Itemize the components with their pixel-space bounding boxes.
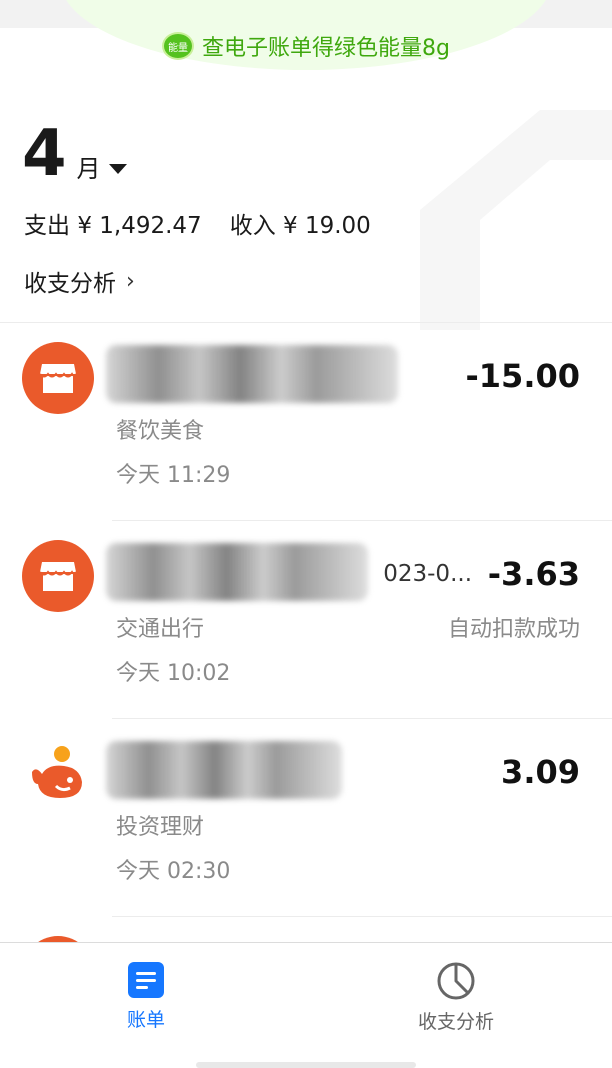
transaction-amount: 3.09 — [501, 753, 580, 791]
transaction-category: 交通出行 — [116, 617, 205, 642]
transaction-list: -15.00 餐饮美食 今天 11:29 023-0... -3.63 交通出行… — [0, 323, 612, 917]
merchant-name-redacted — [106, 543, 368, 601]
merchant-name-redacted — [106, 345, 398, 403]
energy-banner-text: 查电子账单得绿色能量8g — [202, 36, 450, 61]
energy-banner[interactable]: 能量 查电子账单得绿色能量8g — [0, 30, 612, 62]
transaction-item[interactable]: 3.09 投资理财 今天 02:30 — [0, 719, 612, 917]
merchant-name-redacted — [106, 741, 342, 799]
transaction-item[interactable]: 023-0... -3.63 交通出行 自动扣款成功 今天 10:02 — [0, 521, 612, 719]
bottom-tab-bar: 账单 收支分析 — [0, 942, 612, 1068]
whale-icon — [22, 738, 94, 810]
transaction-category: 餐饮美食 — [116, 419, 205, 444]
monthly-summary: 支出 ¥ 1,492.47 收入 ¥ 19.00 — [24, 206, 371, 240]
bill-icon — [128, 962, 164, 998]
divider — [112, 916, 612, 917]
analysis-link-label: 收支分析 — [24, 271, 116, 297]
month-unit: 月 — [76, 155, 101, 183]
store-icon — [22, 342, 94, 414]
month-number: 4 — [22, 117, 67, 191]
month-selector[interactable]: 4 月 — [22, 118, 127, 190]
income-label: 收入 — [229, 213, 276, 239]
tab-analysis-label: 收支分析 — [417, 1011, 494, 1033]
transaction-time: 今天 11:29 — [116, 463, 231, 488]
decorative-background-shape — [420, 110, 612, 330]
transaction-amount: -3.63 — [487, 555, 580, 593]
income-summary: 收入 ¥ 19.00 — [230, 206, 371, 240]
home-indicator — [196, 1062, 416, 1068]
tab-bill[interactable]: 账单 — [66, 961, 226, 1032]
transaction-category: 投资理财 — [116, 815, 205, 840]
caret-down-icon — [108, 164, 127, 174]
transaction-amount: -15.00 — [465, 357, 581, 395]
merchant-name-tail: 023-0... — [383, 561, 472, 587]
transaction-time: 今天 02:30 — [116, 859, 231, 884]
transaction-time: 今天 10:02 — [116, 661, 231, 686]
analysis-link[interactable]: 收支分析 › — [24, 264, 135, 298]
store-icon — [22, 540, 94, 612]
expense-label: 支出 — [24, 213, 70, 239]
expense-value: ¥ 1,492.47 — [77, 213, 202, 239]
tab-bill-label: 账单 — [126, 1009, 165, 1031]
energy-badge-icon: 能量 — [162, 32, 195, 60]
income-value: ¥ 19.00 — [283, 213, 371, 239]
pie-chart-icon — [437, 962, 475, 1000]
expense-summary: 支出 ¥ 1,492.47 — [24, 206, 202, 240]
transaction-item[interactable]: -15.00 餐饮美食 今天 11:29 — [0, 323, 612, 521]
transaction-status: 自动扣款成功 — [447, 617, 580, 642]
chevron-right-icon: › — [126, 268, 135, 294]
tab-analysis[interactable]: 收支分析 — [376, 961, 536, 1034]
